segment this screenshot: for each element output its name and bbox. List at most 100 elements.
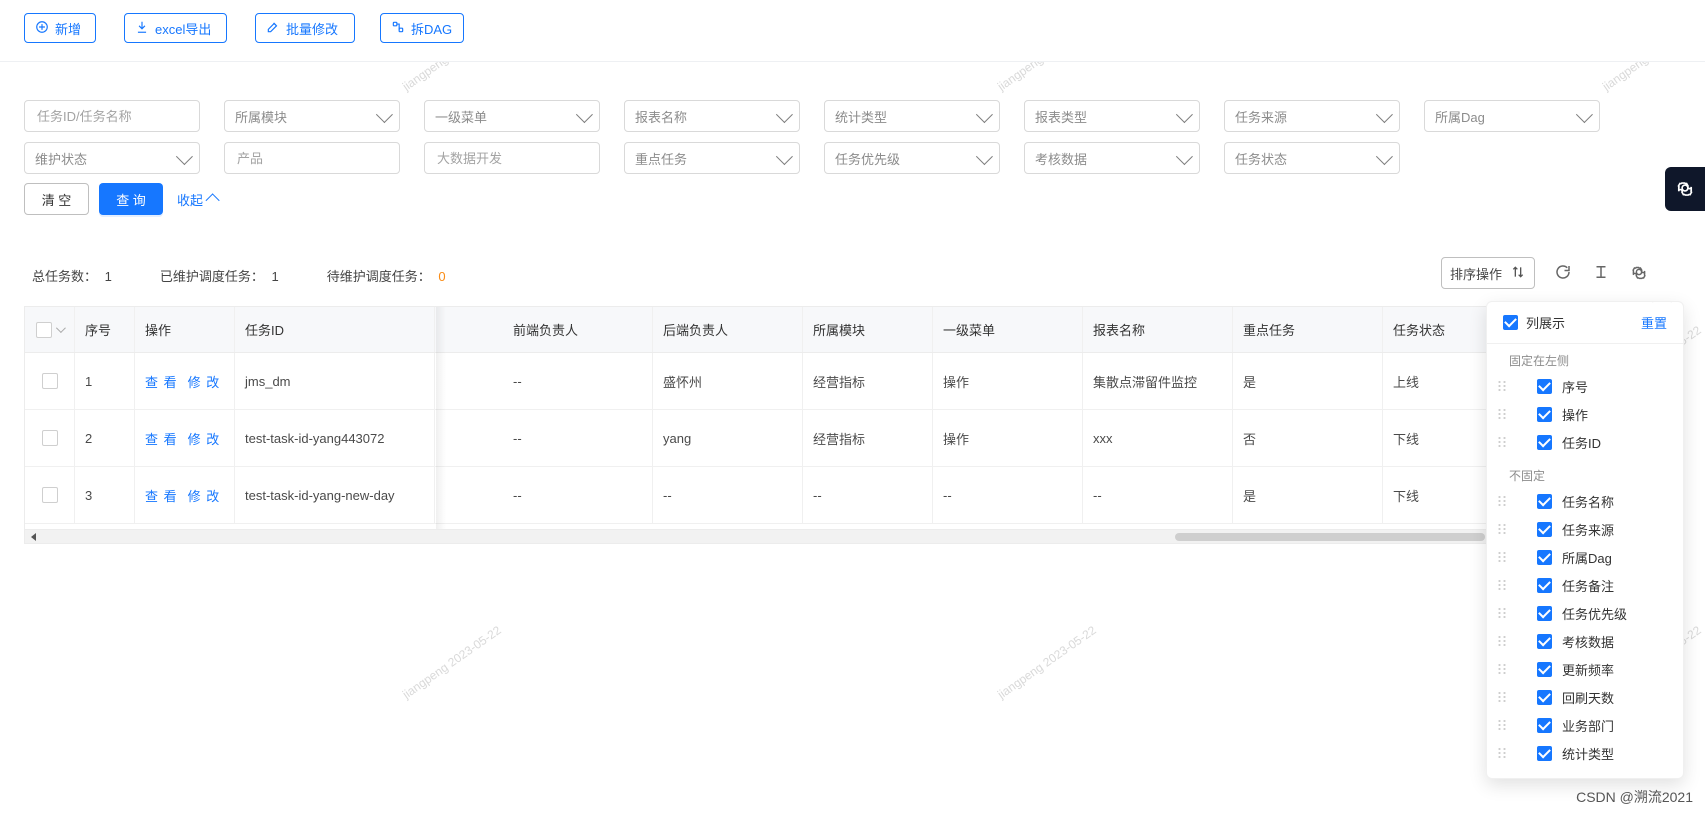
column-item-label: 任务来源 bbox=[1562, 522, 1615, 538]
drag-handle-icon[interactable] bbox=[1497, 663, 1507, 675]
column-item[interactable]: 回刷天数 bbox=[1497, 685, 1677, 709]
assessment-select[interactable]: 考核数据 bbox=[1024, 142, 1200, 174]
drag-handle-icon[interactable] bbox=[1497, 380, 1507, 392]
column-item[interactable]: 任务来源 bbox=[1497, 517, 1677, 541]
drag-handle-icon[interactable] bbox=[1497, 719, 1507, 731]
column-item-checkbox[interactable] bbox=[1537, 745, 1552, 761]
task-id-name-input-control[interactable] bbox=[35, 107, 189, 125]
stat-type-select[interactable]: 统计类型 bbox=[824, 100, 1000, 132]
column-item[interactable]: 更新频率 bbox=[1497, 657, 1677, 681]
task-source-select[interactable]: 任务来源 bbox=[1224, 100, 1400, 132]
drag-handle-icon[interactable] bbox=[1497, 436, 1507, 448]
column-item[interactable]: 业务部门 bbox=[1497, 713, 1677, 737]
column-item-checkbox[interactable] bbox=[1537, 661, 1552, 677]
clear-button[interactable]: 清 空 bbox=[24, 183, 89, 215]
dag-select[interactable]: 所属Dag bbox=[1424, 100, 1600, 132]
row-checkbox[interactable] bbox=[41, 487, 58, 503]
batch-edit-button[interactable]: 批量修改 bbox=[255, 13, 355, 43]
product-input[interactable] bbox=[224, 142, 400, 174]
select-all-checkbox[interactable] bbox=[36, 321, 52, 338]
drag-handle-icon[interactable] bbox=[1497, 551, 1507, 563]
report-name-select[interactable]: 报表名称 bbox=[624, 100, 800, 132]
column-item[interactable]: 所属Dag bbox=[1497, 545, 1677, 569]
query-button[interactable]: 查 询 bbox=[99, 183, 163, 215]
column-item[interactable]: 任务ID bbox=[1497, 430, 1677, 454]
excel-export-button[interactable]: excel导出 bbox=[124, 13, 227, 43]
gear-icon bbox=[1630, 263, 1648, 284]
add-button[interactable]: 新增 bbox=[24, 13, 96, 43]
edit-link[interactable]: 修 改 bbox=[188, 429, 221, 448]
column-item[interactable]: 操作 bbox=[1497, 402, 1677, 426]
drag-handle-icon[interactable] bbox=[1497, 747, 1507, 759]
menu-level1-select[interactable]: 一级菜单 bbox=[424, 100, 600, 132]
drag-handle-icon[interactable] bbox=[1497, 691, 1507, 703]
row-select[interactable] bbox=[25, 467, 75, 523]
filter-actions: 清 空 查 询 收起 bbox=[24, 183, 220, 215]
unfixed-title: 不固定 bbox=[1509, 469, 1546, 483]
row-seq: 3 bbox=[75, 467, 135, 523]
table-horizontal-scrollbar[interactable] bbox=[25, 529, 1513, 543]
column-item-checkbox[interactable] bbox=[1537, 689, 1552, 705]
column-settings-button[interactable] bbox=[1629, 263, 1649, 283]
column-item[interactable]: 统计类型 bbox=[1497, 741, 1677, 765]
column-display-checkbox[interactable] bbox=[1503, 315, 1518, 330]
column-item-checkbox[interactable] bbox=[1537, 605, 1552, 621]
collapse-toggle[interactable]: 收起 bbox=[177, 190, 220, 209]
edit-link[interactable]: 修 改 bbox=[188, 372, 221, 391]
column-item-checkbox[interactable] bbox=[1537, 493, 1552, 509]
scroll-thumb[interactable] bbox=[1175, 533, 1485, 541]
bigdata-dev-input[interactable] bbox=[424, 142, 600, 174]
split-dag-button[interactable]: 拆DAG bbox=[380, 13, 464, 43]
row-select[interactable] bbox=[25, 410, 75, 466]
column-item[interactable]: 任务名称 bbox=[1497, 489, 1677, 513]
row-select[interactable] bbox=[25, 353, 75, 409]
task-id-name-input[interactable] bbox=[24, 100, 200, 132]
maintain-status-select[interactable]: 维护状态 bbox=[24, 142, 200, 174]
floating-settings-button[interactable] bbox=[1665, 167, 1705, 211]
refresh-button[interactable] bbox=[1553, 263, 1573, 283]
column-item[interactable]: 考核数据 bbox=[1497, 629, 1677, 653]
row-task-id: test-task-id-yang443072 bbox=[235, 410, 435, 466]
view-link[interactable]: 查 看 bbox=[145, 486, 178, 505]
drag-handle-icon[interactable] bbox=[1497, 635, 1507, 647]
header-report-name: 报表名称 bbox=[1083, 307, 1233, 352]
column-item[interactable]: 序号 bbox=[1497, 374, 1677, 398]
edit-link[interactable]: 修 改 bbox=[188, 486, 221, 505]
task-status-select[interactable]: 任务状态 bbox=[1224, 142, 1400, 174]
bigdata-dev-input-control[interactable] bbox=[435, 149, 589, 167]
sort-operation-button[interactable]: 排序操作 bbox=[1441, 257, 1535, 289]
column-panel-reset[interactable]: 重置 bbox=[1641, 313, 1667, 332]
column-item-checkbox[interactable] bbox=[1537, 521, 1552, 537]
view-link[interactable]: 查 看 bbox=[145, 429, 178, 448]
module-select[interactable]: 所属模块 bbox=[224, 100, 400, 132]
scroll-left-icon[interactable] bbox=[31, 533, 36, 541]
table-row[interactable]: 2 查 看 修 改 test-task-id-yang443072 -- yan… bbox=[25, 410, 1513, 467]
column-item-checkbox[interactable] bbox=[1537, 633, 1552, 649]
product-input-control[interactable] bbox=[235, 149, 389, 167]
column-item-checkbox[interactable] bbox=[1537, 406, 1552, 422]
column-panel-title[interactable]: 列展示 bbox=[1503, 313, 1565, 332]
column-item-checkbox[interactable] bbox=[1537, 577, 1552, 593]
table-row[interactable]: 3 查 看 修 改 test-task-id-yang-new-day -- -… bbox=[25, 467, 1513, 524]
task-priority-select[interactable]: 任务优先级 bbox=[824, 142, 1000, 174]
column-item[interactable]: 任务优先级 bbox=[1497, 601, 1677, 625]
column-item-checkbox[interactable] bbox=[1537, 434, 1552, 450]
column-item-checkbox[interactable] bbox=[1537, 378, 1552, 394]
column-item-checkbox[interactable] bbox=[1537, 717, 1552, 733]
row-checkbox[interactable] bbox=[41, 430, 58, 446]
drag-handle-icon[interactable] bbox=[1497, 523, 1507, 535]
key-task-select[interactable]: 重点任务 bbox=[624, 142, 800, 174]
row-checkbox[interactable] bbox=[41, 373, 58, 389]
drag-handle-icon[interactable] bbox=[1497, 408, 1507, 420]
drag-handle-icon[interactable] bbox=[1497, 607, 1507, 619]
collapse-label: 收起 bbox=[177, 192, 204, 208]
drag-handle-icon[interactable] bbox=[1497, 495, 1507, 507]
column-item-checkbox[interactable] bbox=[1537, 549, 1552, 565]
density-button[interactable] bbox=[1591, 263, 1611, 283]
report-type-select[interactable]: 报表类型 bbox=[1024, 100, 1200, 132]
column-item[interactable]: 任务备注 bbox=[1497, 573, 1677, 597]
table-row[interactable]: 1 查 看 修 改 jms_dm -- 盛怀州 经营指标 操作 集散点滞留件监控… bbox=[25, 353, 1513, 410]
drag-handle-icon[interactable] bbox=[1497, 579, 1507, 591]
view-link[interactable]: 查 看 bbox=[145, 372, 178, 391]
header-select-all[interactable] bbox=[25, 307, 75, 352]
